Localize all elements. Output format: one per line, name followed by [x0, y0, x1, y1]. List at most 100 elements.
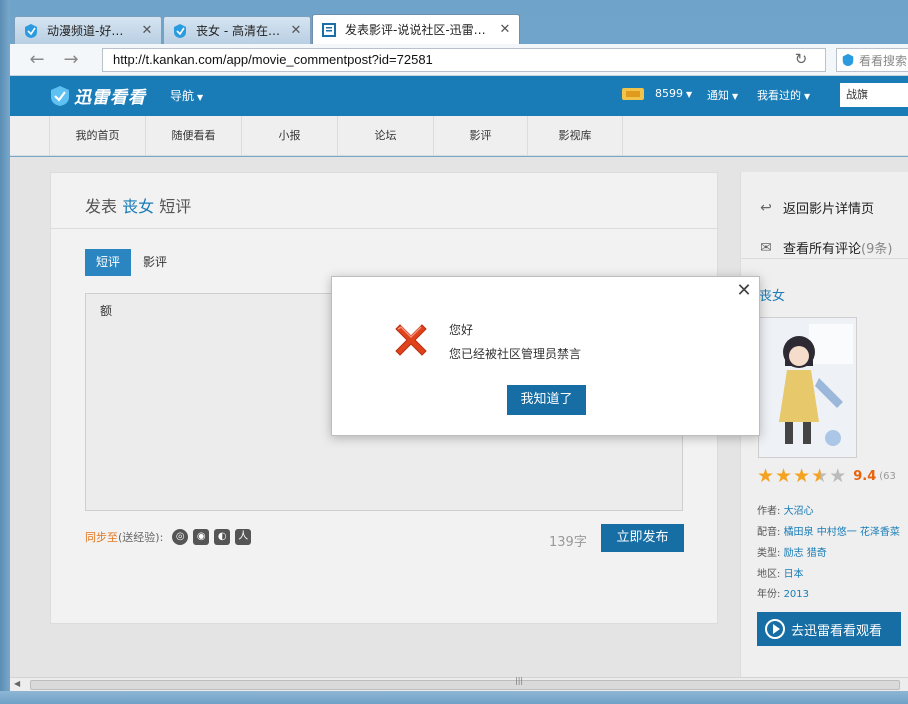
all-comments-count: (9条)	[861, 242, 893, 257]
chevron-down-icon: ▼	[197, 93, 204, 102]
tab-long-review[interactable]: 影评	[137, 249, 173, 276]
all-comments-label: 查看所有评论	[783, 242, 862, 257]
info-key: 作者:	[757, 506, 781, 517]
browser-tab[interactable]: 动漫频道-好… ✕	[14, 16, 162, 44]
back-arrow-icon[interactable]: ←	[24, 49, 50, 71]
notice-menu[interactable]: 通知 ▼	[707, 87, 738, 103]
scrollbar-thumb[interactable]	[30, 680, 900, 690]
chevron-down-icon: ▼	[804, 92, 811, 101]
renren-share-icon[interactable]: 人	[235, 529, 252, 545]
tab-short-comment[interactable]: 短评	[85, 249, 131, 276]
star-icon: ★	[793, 465, 811, 487]
sync-hint: (送经验):	[118, 531, 164, 544]
info-key: 地区:	[757, 569, 781, 580]
dialog-message: 您已经被社区管理员禁言	[449, 347, 582, 361]
subnav-item-forum[interactable]: 论坛	[337, 116, 433, 156]
sina-share-icon[interactable]: ◐	[214, 529, 231, 545]
sub-navigation: 我的首页 随便看看 小报 论坛 影评 影视库	[10, 116, 908, 156]
watched-menu[interactable]: 我看过的 ▼	[757, 87, 810, 103]
subnav-item-home[interactable]: 我的首页	[49, 116, 145, 156]
rating: ★ ★ ★ ★ ★ 9.4 (63	[757, 467, 896, 486]
back-icon: ↩	[760, 199, 772, 216]
browser-tabbar: 动漫频道-好… ✕ 丧女 - 高清在… ✕ 发表影评-说说社区-迅雷… ✕	[10, 10, 908, 44]
site-logo[interactable]: 迅雷看看	[48, 83, 146, 108]
ban-notice-dialog: ✕ 您好 您已经被社区管理员禁言 我知道了	[331, 276, 760, 436]
info-value[interactable]: 励志 猎奇	[784, 548, 827, 559]
weibo-share-icon[interactable]: ◎	[172, 529, 189, 545]
title-movie-name[interactable]: 丧女	[122, 197, 154, 216]
points-menu[interactable]: 8599 ▼	[655, 87, 692, 100]
shuoshuo-tab-icon	[322, 22, 336, 37]
scroll-left-arrow-icon[interactable]: ◀	[14, 679, 20, 688]
info-region: 地区: 日本	[757, 565, 804, 580]
browser-toolbar: ← → http://t.kankan.com/app/movie_commen…	[10, 44, 908, 76]
tab-close-icon[interactable]: ✕	[141, 23, 153, 38]
address-bar[interactable]: http://t.kankan.com/app/movie_commentpos…	[102, 48, 826, 72]
browser-tab-active[interactable]: 发表影评-说说社区-迅雷… ✕	[312, 14, 520, 44]
info-value[interactable]: 橘田泉 中村悠一 花泽香菜	[784, 527, 900, 538]
qq-share-icon[interactable]: ◉	[193, 529, 210, 545]
forward-arrow-icon[interactable]: →	[58, 49, 84, 71]
star-icon: ★	[757, 465, 775, 487]
tab-label: 丧女 - 高清在…	[196, 24, 280, 38]
search-placeholder: 看看搜索	[859, 53, 908, 68]
dialog-ok-button[interactable]: 我知道了	[507, 385, 586, 415]
notice-label: 通知	[707, 89, 729, 102]
window-frame-bottom	[0, 691, 908, 704]
nav-label: 导航	[170, 89, 195, 103]
dialog-close-icon[interactable]: ✕	[736, 282, 752, 300]
dialog-title: 您好	[449, 323, 474, 337]
info-key: 年份:	[757, 589, 781, 600]
tab-label: 发表影评-说说社区-迅雷…	[345, 23, 486, 37]
scrollbar-grip-icon: |||	[515, 676, 524, 685]
nav-menu[interactable]: 导航 ▼	[170, 87, 203, 104]
chevron-down-icon: ▼	[686, 90, 693, 99]
info-genre: 类型: 励志 猎奇	[757, 544, 827, 559]
sync-label: 同步至	[85, 531, 118, 544]
tab-close-icon[interactable]: ✕	[499, 22, 511, 37]
info-key: 配音:	[757, 527, 781, 538]
window-frame	[0, 0, 10, 704]
trophy-icon[interactable]	[620, 84, 646, 107]
watched-label: 我看过的	[757, 89, 801, 102]
divider	[51, 228, 719, 229]
all-comments-link[interactable]: ✉ 查看所有评论 (9条)	[757, 238, 893, 258]
site-header: 迅雷看看 导航 ▼ 8599 ▼ 通知 ▼ 我看过的 ▼ 战旗	[10, 76, 908, 116]
horizontal-scrollbar[interactable]: ◀ |||	[10, 676, 908, 691]
subnav-item-browse[interactable]: 随便看看	[145, 116, 241, 156]
chevron-down-icon: ▼	[732, 92, 739, 101]
info-value[interactable]: 2013	[784, 589, 809, 600]
star-icon: ★	[775, 465, 793, 487]
page-title: 发表 丧女 短评	[85, 193, 191, 217]
char-count: 139字	[549, 535, 587, 550]
info-value[interactable]: 日本	[784, 569, 804, 580]
info-cast: 配音: 橘田泉 中村悠一 花泽香菜	[757, 523, 900, 538]
site-search-input[interactable]: 战旗	[840, 83, 908, 107]
tab-close-icon[interactable]: ✕	[290, 23, 302, 38]
subnav-item-library[interactable]: 影视库	[527, 116, 623, 156]
kankan-search-icon	[842, 53, 854, 67]
info-value[interactable]: 大沼心	[784, 506, 814, 517]
watch-label: 去迅雷看看观看	[791, 623, 883, 639]
kankan-tab-icon	[174, 23, 186, 38]
comment-icon: ✉	[760, 239, 772, 256]
title-suffix: 短评	[159, 197, 192, 216]
sync-options: 同步至 (送经验): ◎ ◉ ◐ 人	[85, 529, 252, 545]
rating-count: (63	[879, 471, 896, 482]
kankan-logo-icon	[51, 85, 69, 106]
info-author: 作者: 大沼心	[757, 502, 814, 517]
back-to-movie-link[interactable]: ↩ 返回影片详情页	[757, 198, 874, 218]
movie-poster[interactable]	[758, 317, 857, 458]
movie-title[interactable]: 丧女	[759, 285, 785, 304]
browser-tab[interactable]: 丧女 - 高清在… ✕	[163, 16, 311, 44]
subnav-item-news[interactable]: 小报	[241, 116, 337, 156]
anime-girl-poster-image	[759, 318, 856, 457]
watch-on-kankan-button[interactable]: 去迅雷看看观看	[757, 612, 901, 646]
movie-sidebar: ↩ 返回影片详情页 ✉ 查看所有评论 (9条) 丧女 ★ ★ ★ ★ ★ 9.4…	[740, 172, 908, 677]
subnav-item-reviews[interactable]: 影评	[433, 116, 527, 156]
refresh-icon[interactable]: ↻	[790, 49, 812, 69]
info-key: 类型:	[757, 548, 781, 559]
tab-label: 动漫频道-好…	[47, 24, 124, 38]
publish-button[interactable]: 立即发布	[601, 524, 684, 552]
browser-search-box[interactable]: 看看搜索	[836, 48, 908, 72]
